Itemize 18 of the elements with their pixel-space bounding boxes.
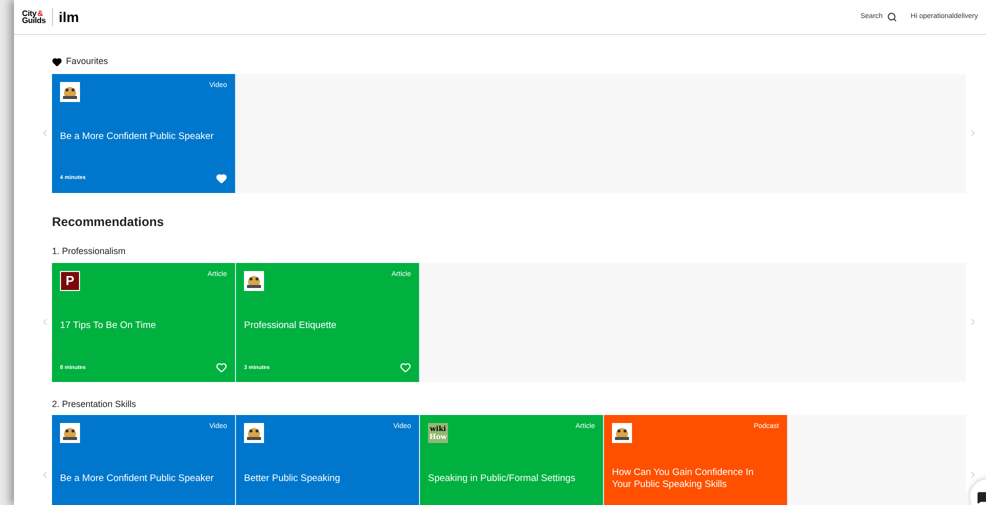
- card-title: Professional Etiquette: [244, 320, 338, 332]
- card-title: Be a More Confident Public Speaker: [60, 472, 215, 485]
- section-title: Favourites: [66, 55, 108, 68]
- heart-icon[interactable]: [216, 173, 227, 184]
- section-heading: Recommendations: [52, 214, 165, 230]
- group-title: 1. Professionalism: [52, 245, 127, 258]
- group-title: 2. Presentation Skills: [52, 398, 138, 411]
- card-title: Better Public Speaking: [244, 472, 342, 485]
- logo[interactable]: City& Guilds ilm: [22, 6, 79, 28]
- heart-icon[interactable]: [216, 362, 227, 374]
- card-title: Be a More Confident Public Speaker: [60, 131, 215, 143]
- heart-icon[interactable]: [400, 362, 411, 374]
- search-icon: [886, 12, 897, 22]
- card-title: Speaking in Public/Formal Settings: [428, 472, 576, 485]
- letter-logo: P: [60, 270, 80, 291]
- card-title: How Can You Gain Confidence In Your Public Speaking Skills: [612, 466, 755, 491]
- card-title: 17 Tips To Be On Time: [60, 320, 157, 332]
- heart-icon: [52, 56, 62, 67]
